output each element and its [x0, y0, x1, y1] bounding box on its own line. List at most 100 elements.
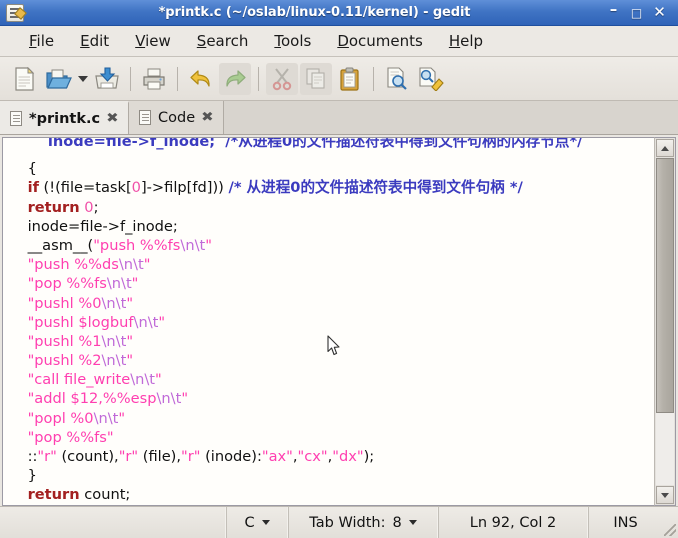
code-token: \n\t	[130, 371, 155, 388]
copy-pages-icon	[305, 67, 327, 91]
code-token: return	[28, 486, 80, 503]
code-indent	[9, 333, 28, 350]
status-message	[0, 507, 226, 538]
code-token: "addl $12,%%esp	[28, 390, 157, 407]
tab-width-selector[interactable]: Tab Width: 8	[288, 507, 438, 538]
undo-button[interactable]	[185, 63, 217, 95]
code-token: ::	[28, 448, 38, 465]
scrollbar-thumb[interactable]	[656, 158, 674, 413]
code-line: }	[9, 466, 654, 485]
minimize-button[interactable]: –	[607, 2, 620, 17]
language-selector[interactable]: C	[226, 507, 288, 538]
code-token: ]->filp[fd]))	[141, 179, 229, 196]
tab-printk-c[interactable]: *printk.c ✖	[0, 101, 129, 134]
tab-close-button[interactable]: ✖	[201, 111, 214, 124]
menu-label: elp	[460, 32, 483, 50]
code-token: "	[205, 237, 212, 254]
language-label: C	[244, 515, 254, 531]
code-indent	[9, 160, 28, 177]
vertical-scrollbar[interactable]	[654, 137, 676, 506]
code-token: (inode):	[200, 448, 261, 465]
code-indent	[9, 314, 28, 331]
code-line: {	[9, 159, 654, 178]
code-token: 0	[84, 199, 93, 216]
code-token: "	[181, 390, 188, 407]
code-token: \n\t	[107, 275, 132, 292]
code-token: \n\t	[102, 352, 127, 369]
code-indent	[9, 137, 28, 150]
menu-item-help[interactable]: Help	[436, 30, 496, 52]
code-token: "popl %0	[28, 410, 94, 427]
insert-mode-indicator[interactable]: INS	[588, 507, 662, 538]
menu-item-documents[interactable]: Documents	[324, 30, 436, 52]
scroll-up-icon	[661, 146, 669, 151]
menu-mnemonic: H	[449, 32, 460, 50]
code-indent	[9, 295, 28, 312]
open-folder-icon	[46, 67, 72, 91]
code-line: return count;	[9, 485, 654, 504]
code-token: \n\t	[157, 390, 182, 407]
toolbar-separator	[177, 67, 178, 91]
chevron-down-icon	[409, 520, 417, 525]
code-token: \n\t	[134, 314, 159, 331]
scroll-up-button[interactable]	[656, 139, 674, 157]
code-token: return	[28, 199, 80, 216]
find-button[interactable]	[381, 63, 413, 95]
save-button[interactable]	[91, 63, 123, 95]
code-token: "r"	[181, 448, 200, 465]
tab-close-button[interactable]: ✖	[106, 112, 119, 125]
resize-grip[interactable]	[662, 507, 678, 538]
code-token: "	[126, 295, 133, 312]
code-token: "r"	[119, 448, 138, 465]
code-line: ::"r" (count),"r" (file),"r" (inode):"ax…	[9, 447, 654, 466]
tab-code[interactable]: Code ✖	[129, 101, 224, 134]
code-token: );	[364, 448, 375, 465]
menu-item-tools[interactable]: Tools	[261, 30, 324, 52]
print-button[interactable]	[138, 63, 170, 95]
tab-width-value: 8	[392, 515, 401, 531]
text-editor[interactable]: inode=file->f_inode; /*从进程0的文件描述符表中得到文件句…	[2, 137, 654, 506]
code-line: "addl $12,%%esp\n\t"	[9, 389, 654, 408]
code-line: "pushl %2\n\t"	[9, 351, 654, 370]
printer-icon	[142, 67, 166, 91]
close-button[interactable]: ✕	[653, 5, 666, 20]
code-token: inode=file->f_inode;	[28, 218, 178, 235]
replace-button[interactable]	[415, 63, 447, 95]
source-code[interactable]: inode=file->f_inode; /*从进程0的文件描述符表中得到文件句…	[3, 138, 654, 506]
scroll-down-button[interactable]	[656, 486, 674, 504]
new-document-button[interactable]	[9, 63, 41, 95]
editor-area: inode=file->f_inode; /*从进程0的文件描述符表中得到文件句…	[0, 135, 678, 506]
open-recent-dropdown[interactable]	[76, 63, 90, 95]
menu-item-search[interactable]: Search	[184, 30, 262, 52]
menu-label: ile	[37, 32, 55, 50]
code-token: }	[28, 467, 37, 484]
code-indent	[9, 179, 28, 196]
code-token: \n\t	[119, 256, 144, 273]
menu-item-edit[interactable]: Edit	[67, 30, 122, 52]
undo-arrow-icon	[189, 68, 213, 90]
tab-label: *printk.c	[29, 111, 100, 127]
code-token: "dx"	[332, 448, 363, 465]
code-token: "call file_write	[28, 371, 131, 388]
code-line: "pushl $logbuf\n\t"	[9, 313, 654, 332]
code-line: "push %%ds\n\t"	[9, 255, 654, 274]
chevron-down-icon	[262, 520, 270, 525]
scrollbar-track[interactable]	[656, 158, 674, 485]
copy-button	[300, 63, 332, 95]
menu-item-file[interactable]: File	[16, 30, 67, 52]
code-token: \n\t	[94, 410, 119, 427]
code-indent	[9, 218, 28, 235]
menu-item-view[interactable]: View	[122, 30, 184, 52]
code-token: inode=file->f_inode; /*从进程0的文件描述符表中得到文件句…	[28, 137, 583, 150]
code-line: inode=file->f_inode;	[9, 217, 654, 236]
code-token: "	[144, 256, 151, 273]
toolbar	[0, 57, 678, 101]
paste-button[interactable]	[334, 63, 366, 95]
maximize-button[interactable]: □	[630, 7, 643, 19]
code-indent	[9, 448, 28, 465]
code-token: \n\t	[102, 295, 127, 312]
window-title: *printk.c (~/oslab/linux-0.11/kernel) - …	[28, 5, 607, 20]
open-file-button[interactable]	[43, 63, 75, 95]
code-indent	[9, 390, 28, 407]
insert-mode-label: INS	[613, 515, 637, 531]
